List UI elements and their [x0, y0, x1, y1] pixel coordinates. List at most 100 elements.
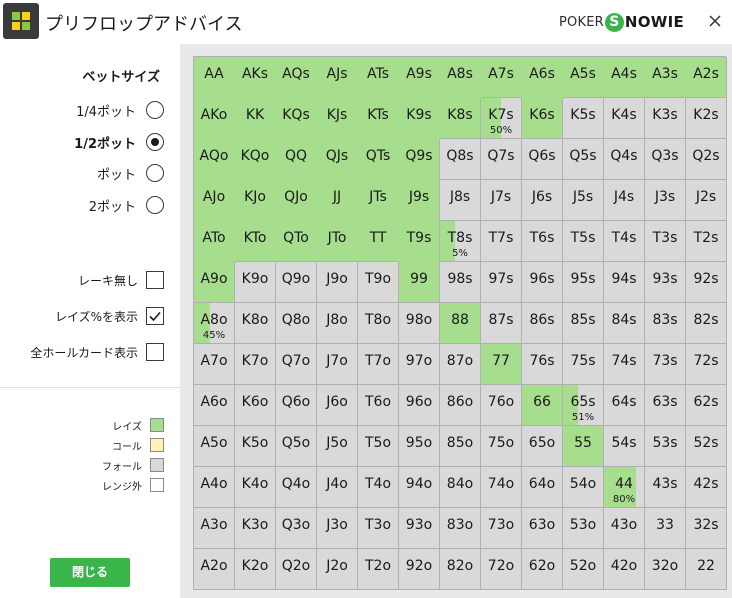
hand-cell-72o[interactable]: 72o — [481, 549, 522, 590]
hand-cell-A8o[interactable]: A8o 45% — [194, 303, 235, 344]
hand-cell-T9s[interactable]: T9s — [399, 221, 440, 262]
hand-cell-AA[interactable]: AA — [194, 57, 235, 98]
hand-cell-53o[interactable]: 53o — [563, 508, 604, 549]
hand-cell-AQs[interactable]: AQs — [276, 57, 317, 98]
hand-cell-72s[interactable]: 72s — [686, 344, 727, 385]
hand-cell-AQo[interactable]: AQo — [194, 139, 235, 180]
hand-cell-54s[interactable]: 54s — [604, 426, 645, 467]
hand-cell-A9s[interactable]: A9s — [399, 57, 440, 98]
hand-cell-Q4s[interactable]: Q4s — [604, 139, 645, 180]
hand-cell-Q9o[interactable]: Q9o — [276, 262, 317, 303]
hand-cell-QTs[interactable]: QTs — [358, 139, 399, 180]
hand-cell-K7o[interactable]: K7o — [235, 344, 276, 385]
hand-cell-QQ[interactable]: QQ — [276, 139, 317, 180]
hand-cell-T5s[interactable]: T5s — [563, 221, 604, 262]
hand-cell-87s[interactable]: 87s — [481, 303, 522, 344]
hand-cell-AJo[interactable]: AJo — [194, 180, 235, 221]
hand-cell-A3s[interactable]: A3s — [645, 57, 686, 98]
hand-cell-J4o[interactable]: J4o — [317, 467, 358, 508]
hand-cell-52o[interactable]: 52o — [563, 549, 604, 590]
hand-cell-ATs[interactable]: ATs — [358, 57, 399, 98]
hand-cell-86s[interactable]: 86s — [522, 303, 563, 344]
hand-cell-97s[interactable]: 97s — [481, 262, 522, 303]
hand-cell-J9o[interactable]: J9o — [317, 262, 358, 303]
hand-cell-KJs[interactable]: KJs — [317, 98, 358, 139]
hand-cell-84s[interactable]: 84s — [604, 303, 645, 344]
hand-cell-K6o[interactable]: K6o — [235, 385, 276, 426]
hand-cell-54o[interactable]: 54o — [563, 467, 604, 508]
hand-cell-J3s[interactable]: J3s — [645, 180, 686, 221]
hand-cell-QJo[interactable]: QJo — [276, 180, 317, 221]
hand-cell-87o[interactable]: 87o — [440, 344, 481, 385]
hand-cell-T7s[interactable]: T7s — [481, 221, 522, 262]
hand-cell-QTo[interactable]: QTo — [276, 221, 317, 262]
hand-cell-63s[interactable]: 63s — [645, 385, 686, 426]
hand-cell-32o[interactable]: 32o — [645, 549, 686, 590]
hand-cell-62s[interactable]: 62s — [686, 385, 727, 426]
hand-cell-85s[interactable]: 85s — [563, 303, 604, 344]
hand-cell-TT[interactable]: TT — [358, 221, 399, 262]
hand-cell-74o[interactable]: 74o — [481, 467, 522, 508]
hand-cell-T6o[interactable]: T6o — [358, 385, 399, 426]
hand-cell-84o[interactable]: 84o — [440, 467, 481, 508]
hand-cell-AKs[interactable]: AKs — [235, 57, 276, 98]
hand-cell-86o[interactable]: 86o — [440, 385, 481, 426]
hand-cell-J6s[interactable]: J6s — [522, 180, 563, 221]
hand-cell-J9s[interactable]: J9s — [399, 180, 440, 221]
hand-cell-A6s[interactable]: A6s — [522, 57, 563, 98]
hand-cell-95s[interactable]: 95s — [563, 262, 604, 303]
hand-cell-77[interactable]: 77 — [481, 344, 522, 385]
hand-cell-K3o[interactable]: K3o — [235, 508, 276, 549]
hand-cell-J5o[interactable]: J5o — [317, 426, 358, 467]
hand-cell-KK[interactable]: KK — [235, 98, 276, 139]
close-x-icon[interactable] — [706, 10, 724, 32]
hand-cell-K2s[interactable]: K2s — [686, 98, 727, 139]
hand-cell-82s[interactable]: 82s — [686, 303, 727, 344]
hand-cell-94o[interactable]: 94o — [399, 467, 440, 508]
hand-cell-A7o[interactable]: A7o — [194, 344, 235, 385]
hand-cell-82o[interactable]: 82o — [440, 549, 481, 590]
hand-cell-43o[interactable]: 43o — [604, 508, 645, 549]
hand-cell-K5o[interactable]: K5o — [235, 426, 276, 467]
hand-cell-K4o[interactable]: K4o — [235, 467, 276, 508]
hand-cell-K5s[interactable]: K5s — [563, 98, 604, 139]
hand-cell-73s[interactable]: 73s — [645, 344, 686, 385]
show-all-hole-cards-option[interactable]: 全ホールカード表示 — [30, 341, 164, 363]
hand-cell-T5o[interactable]: T5o — [358, 426, 399, 467]
hand-cell-J4s[interactable]: J4s — [604, 180, 645, 221]
hand-cell-74s[interactable]: 74s — [604, 344, 645, 385]
hand-cell-J2s[interactable]: J2s — [686, 180, 727, 221]
hand-cell-T8o[interactable]: T8o — [358, 303, 399, 344]
hand-cell-Q7s[interactable]: Q7s — [481, 139, 522, 180]
hand-cell-Q8s[interactable]: Q8s — [440, 139, 481, 180]
hand-cell-64o[interactable]: 64o — [522, 467, 563, 508]
hand-cell-K3s[interactable]: K3s — [645, 98, 686, 139]
hand-cell-76o[interactable]: 76o — [481, 385, 522, 426]
hand-cell-92s[interactable]: 92s — [686, 262, 727, 303]
radio-button[interactable] — [146, 164, 164, 182]
hand-cell-A5o[interactable]: A5o — [194, 426, 235, 467]
hand-cell-62o[interactable]: 62o — [522, 549, 563, 590]
hand-cell-A2s[interactable]: A2s — [686, 57, 727, 98]
hand-cell-Q9s[interactable]: Q9s — [399, 139, 440, 180]
hand-cell-T3o[interactable]: T3o — [358, 508, 399, 549]
radio-button-selected[interactable] — [146, 133, 164, 151]
hand-cell-96s[interactable]: 96s — [522, 262, 563, 303]
show-raise-pct-option[interactable]: レイズ%を表示 — [55, 305, 164, 327]
hand-cell-J3o[interactable]: J3o — [317, 508, 358, 549]
hand-cell-65o[interactable]: 65o — [522, 426, 563, 467]
hand-cell-T6s[interactable]: T6s — [522, 221, 563, 262]
hand-cell-K8s[interactable]: K8s — [440, 98, 481, 139]
hand-cell-AKo[interactable]: AKo — [194, 98, 235, 139]
hand-cell-A4o[interactable]: A4o — [194, 467, 235, 508]
hand-cell-Q2s[interactable]: Q2s — [686, 139, 727, 180]
hand-cell-Q6o[interactable]: Q6o — [276, 385, 317, 426]
hand-cell-A8s[interactable]: A8s — [440, 57, 481, 98]
radio-button[interactable] — [146, 196, 164, 214]
hand-cell-75o[interactable]: 75o — [481, 426, 522, 467]
close-button[interactable]: 閉じる — [50, 558, 130, 587]
hand-cell-T7o[interactable]: T7o — [358, 344, 399, 385]
hand-cell-T4o[interactable]: T4o — [358, 467, 399, 508]
hand-cell-T3s[interactable]: T3s — [645, 221, 686, 262]
hand-cell-Q6s[interactable]: Q6s — [522, 139, 563, 180]
